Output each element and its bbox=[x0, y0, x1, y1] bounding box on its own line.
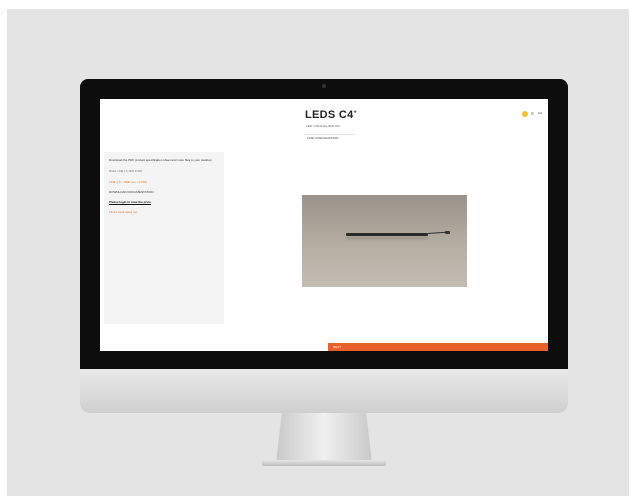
product-image bbox=[302, 195, 467, 287]
lamp-cable bbox=[427, 231, 446, 234]
monitor-bezel: LEDS C4+ LED CONFIGURATOR ≡ EN LINE CONF… bbox=[80, 79, 568, 369]
camera-icon bbox=[322, 84, 326, 88]
sales-rep-link[interactable]: Find a local sales rep bbox=[109, 210, 137, 214]
tab-configurator[interactable]: LINE CONFIGURATOR bbox=[307, 136, 339, 140]
monitor-chin bbox=[80, 369, 568, 413]
next-step-label: NEXT bbox=[333, 345, 342, 349]
cart-icon[interactable] bbox=[522, 111, 528, 117]
sidebar-title: Download the PDF product specification s… bbox=[109, 158, 212, 162]
logo-mark: + bbox=[353, 109, 357, 116]
product-summary-link[interactable]: LINE 1.5 • 1800 mm • 2700K bbox=[109, 180, 147, 184]
monitor-screen: LEDS C4+ LED CONFIGURATOR ≡ EN LINE CONF… bbox=[100, 99, 548, 351]
download-documentation-link[interactable]: DOWNLOAD DOCUMENTATION bbox=[109, 190, 154, 194]
login-price-link[interactable]: Please login to view the price bbox=[109, 200, 151, 204]
lamp-shadow bbox=[346, 237, 428, 239]
menu-icon[interactable]: ≡ bbox=[531, 111, 537, 117]
monitor-stand bbox=[276, 413, 372, 463]
sidebar-subtitle: Model: LINE 1.5 1800 2700K bbox=[109, 170, 143, 173]
sidebar-panel: Download the PDF product specification s… bbox=[104, 152, 224, 324]
next-step-bar[interactable]: NEXT bbox=[328, 343, 548, 351]
logo-text: LEDS C4 bbox=[305, 109, 354, 121]
monitor-foot bbox=[262, 460, 386, 466]
lamp-connector bbox=[445, 231, 450, 234]
brand-tagline: LED CONFIGURATOR bbox=[306, 124, 340, 128]
language-selector[interactable]: EN bbox=[538, 111, 542, 115]
linear-lamp bbox=[346, 233, 428, 236]
brand-logo[interactable]: LEDS C4+ bbox=[305, 109, 357, 121]
